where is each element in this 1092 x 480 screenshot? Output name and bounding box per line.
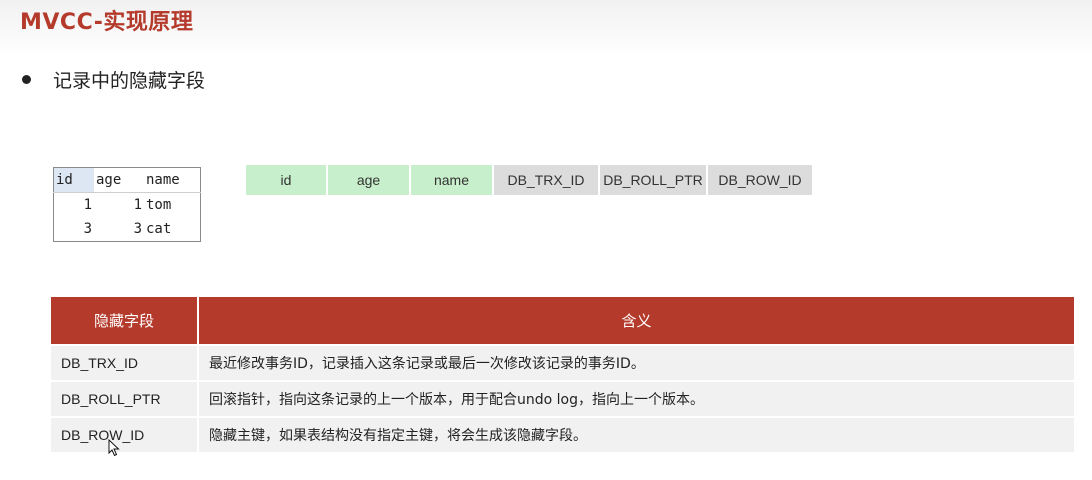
field-meaning-cell: 隐藏主键，如果表结构没有指定主键，将会生成该隐藏字段。 [199,418,1074,452]
hidden-field-trx-id: DB_TRX_ID [494,165,598,195]
table-row: 1 1 tom [54,193,201,218]
sample-cell: 3 [133,221,142,237]
table-row: 3 3 cat [54,217,201,242]
hidden-field-roll-ptr: DB_ROLL_PTR [600,165,706,195]
table-row: DB_ROLL_PTR 回滚指针，指向这条记录的上一个版本，用于配合undo l… [51,382,1074,416]
field-meaning-cell: 回滚指针，指向这条记录的上一个版本，用于配合undo log，指向上一个版本。 [199,382,1074,416]
sample-cell: 3 [83,221,92,237]
sample-header-id[interactable]: id [53,167,94,193]
bullet-item: 记录中的隐藏字段 [22,66,205,93]
header-hidden-field: 隐藏字段 [51,297,199,344]
hidden-field-row-id: DB_ROW_ID [708,165,812,195]
bullet-dot-icon [22,75,31,84]
sample-data-table: id age name 1 1 tom 3 3 cat [53,167,201,242]
hidden-fields-table: 隐藏字段 含义 DB_TRX_ID 最近修改事务ID，记录插入这条记录或最后一次… [51,295,1074,454]
field-name-cell: DB_ROLL_PTR [51,382,199,416]
sample-header-age[interactable]: age [94,167,144,193]
mouse-pointer-icon [108,438,120,461]
header-meaning: 含义 [199,297,1074,344]
table-row: DB_TRX_ID 最近修改事务ID，记录插入这条记录或最后一次修改该记录的事务… [51,346,1074,380]
field-name-cell: DB_TRX_ID [51,346,199,380]
sample-cell: 1 [83,197,92,213]
field-name-cell: DB_ROW_ID [51,418,199,452]
visible-field-age: age [328,165,409,195]
sample-cell: cat [146,221,172,237]
field-meaning-cell: 最近修改事务ID，记录插入这条记录或最后一次修改该记录的事务ID。 [199,346,1074,380]
slide-title: MVCC-实现原理 [20,10,194,35]
table-row: DB_ROW_ID 隐藏主键，如果表结构没有指定主键，将会生成该隐藏字段。 [51,418,1074,452]
sample-header-row: id age name [53,167,201,193]
visible-field-name: name [411,165,492,195]
bullet-text: 记录中的隐藏字段 [53,70,206,92]
meaning-header-row: 隐藏字段 含义 [51,297,1074,344]
sample-cell: 1 [133,197,142,213]
sample-cell: tom [146,197,172,213]
field-strip: id age name DB_TRX_ID DB_ROLL_PTR DB_ROW… [246,165,812,195]
visible-field-id: id [246,165,326,195]
sample-header-name[interactable]: name [144,167,201,193]
